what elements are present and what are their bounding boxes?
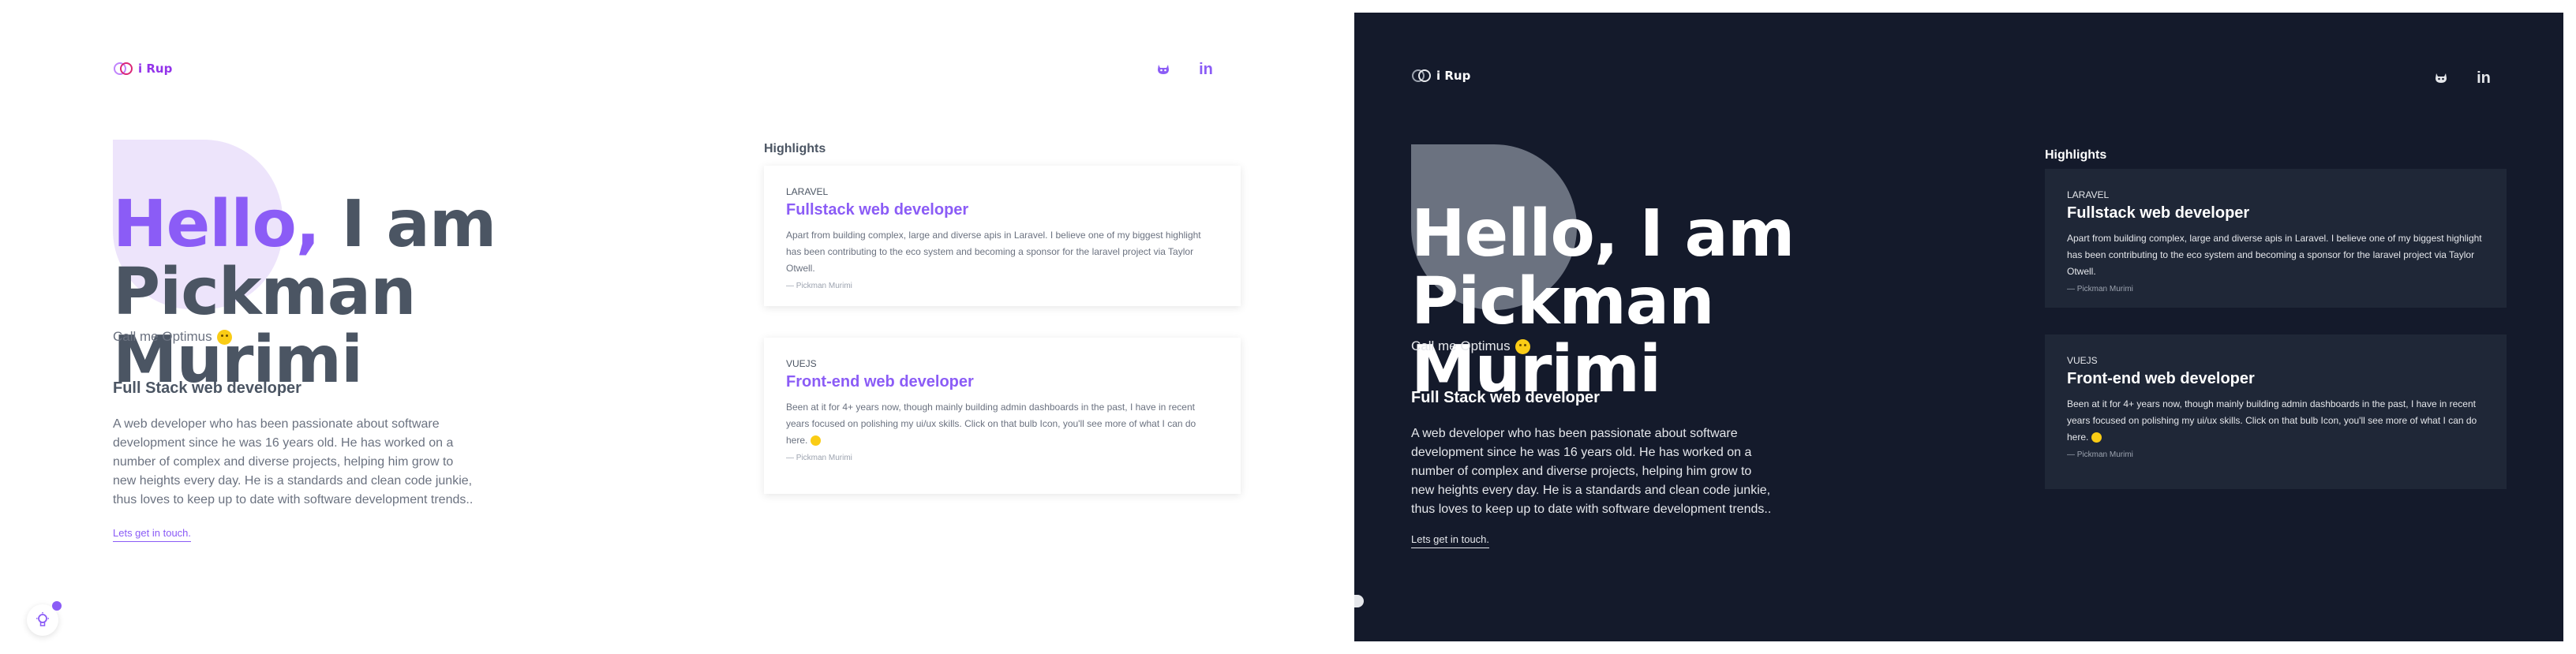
nickname-text: Call me Optimus	[113, 329, 212, 344]
linkedin-icon[interactable]: in	[1196, 60, 1215, 79]
highlight-card: VUEJS Front-end web developer Been at it…	[2045, 334, 2507, 489]
hero-hello: Hello,	[1411, 196, 1619, 271]
card-body: Apart from building complex, large and d…	[2067, 233, 2482, 277]
light-theme-view: i Rup in Hello, I am Pickman Murimi Call…	[0, 0, 1346, 654]
card-tag: LARAVEL	[2067, 189, 2110, 200]
wink-emoji-icon	[2091, 432, 2102, 443]
logo-text: i Rup	[1436, 69, 1471, 83]
card-body: Apart from building complex, large and d…	[786, 230, 1201, 274]
logo-text: i Rup	[138, 62, 173, 76]
card-title: Fullstack web developer	[786, 201, 969, 219]
card-author: — Pickman Murimi	[786, 282, 852, 290]
social-links: in	[1154, 60, 1215, 79]
card-tag: LARAVEL	[786, 186, 829, 197]
highlight-card: VUEJS Front-end web developer Been at it…	[764, 338, 1241, 494]
nickname-text: Call me Optimus	[1411, 338, 1511, 353]
card-tag: VUEJS	[2067, 355, 2098, 366]
hero-heading: Hello, I am Pickman Murimi	[1411, 200, 2011, 404]
highlight-card: LARAVEL Fullstack web developer Apart fr…	[2045, 169, 2507, 308]
social-links: in	[2432, 69, 2493, 88]
hero-heading: Hello, I am Pickman Murimi	[113, 191, 713, 394]
card-author: — Pickman Murimi	[2067, 285, 2133, 293]
lightbulb-icon	[36, 612, 49, 626]
hero-hello: Hello,	[113, 187, 320, 262]
github-icon[interactable]	[1154, 60, 1173, 79]
theme-toggle-bulb[interactable]	[27, 601, 62, 636]
infinity-logo-icon	[1412, 69, 1431, 82]
theme-toggle-handle[interactable]	[1354, 595, 1364, 607]
notification-dot	[52, 601, 62, 611]
bio-text: A web developer who has been passionate …	[1411, 427, 1772, 516]
contact-link[interactable]: Lets get in touch.	[1411, 533, 1490, 548]
site-logo[interactable]: i Rup	[113, 60, 172, 77]
highlights-title: Highlights	[2045, 148, 2107, 162]
card-title: Fullstack web developer	[2067, 204, 2250, 222]
card-tag: VUEJS	[786, 358, 817, 369]
site-logo[interactable]: i Rup	[1411, 67, 1470, 84]
card-title: Front-end web developer	[786, 373, 974, 391]
card-author: — Pickman Murimi	[786, 454, 852, 462]
card-title: Front-end web developer	[2067, 370, 2255, 387]
wink-emoji-icon	[1515, 338, 1530, 354]
nickname: Call me Optimus	[1411, 338, 1530, 354]
wink-emoji-icon	[216, 329, 232, 345]
nickname: Call me Optimus	[113, 329, 232, 345]
wink-emoji-icon	[810, 435, 821, 447]
infinity-logo-icon	[114, 62, 133, 75]
highlight-card: LARAVEL Fullstack web developer Apart fr…	[764, 166, 1241, 306]
contact-link[interactable]: Lets get in touch.	[113, 527, 192, 542]
dark-theme-view: i Rup in Hello, I am Pickman Murimi Call…	[1354, 13, 2563, 641]
role-heading: Full Stack web developer	[113, 379, 301, 397]
bio-text: A web developer who has been passionate …	[113, 417, 474, 506]
linkedin-icon[interactable]: in	[2474, 69, 2493, 88]
role-heading: Full Stack web developer	[1411, 389, 1600, 406]
highlights-title: Highlights	[764, 142, 826, 155]
card-body: Been at it for 4+ years now, though main…	[2067, 398, 2477, 443]
card-author: — Pickman Murimi	[2067, 450, 2133, 459]
card-body: Been at it for 4+ years now, though main…	[786, 402, 1196, 447]
github-icon[interactable]	[2432, 69, 2451, 88]
